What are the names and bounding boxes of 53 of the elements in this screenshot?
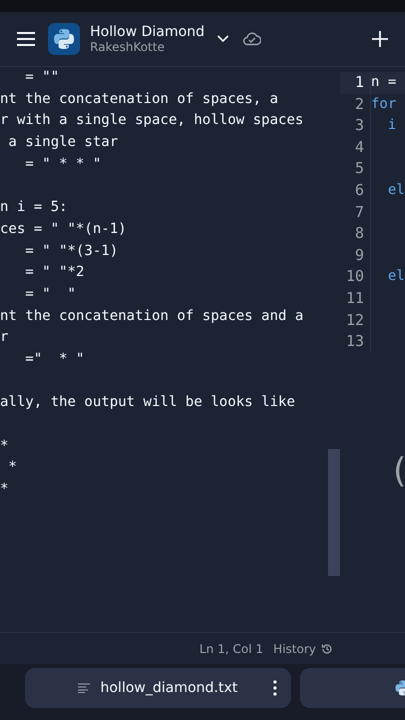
project-title: Hollow Diamond	[90, 24, 205, 40]
text-line: = " "	[24, 286, 76, 302]
code-line: el	[386, 267, 405, 286]
text-line: r	[0, 329, 8, 346]
line-number: 8	[340, 223, 371, 245]
text-line: = " "*(3-1)	[24, 242, 118, 258]
line-number: 13	[340, 331, 371, 353]
line-number: 9	[340, 244, 371, 266]
text-line: =" * "	[24, 350, 84, 367]
line-number: 1	[340, 72, 371, 94]
cloud-check-icon	[242, 32, 261, 46]
cursor-position: Ln 1, Col 1	[199, 642, 264, 656]
text-line: ally, the output will be looks like	[0, 394, 296, 410]
line-number: 3	[340, 115, 371, 137]
plus-icon	[371, 30, 389, 48]
text-line: *	[0, 481, 8, 498]
line-number: 6	[340, 180, 371, 202]
text-line: a single star	[7, 134, 118, 150]
owner-name: RakeshKotte	[90, 40, 166, 54]
text-line: nt the concatenation of spaces, a	[0, 90, 278, 107]
text-line: r with a single space, hollow spaces	[0, 112, 304, 128]
line-number: 12	[340, 310, 371, 332]
text-line: = ""	[24, 69, 60, 85]
line-number: 10	[340, 266, 371, 288]
line-number: 2	[340, 94, 371, 116]
text-line: = " * * "	[24, 156, 102, 172]
code-line: i	[386, 116, 396, 136]
history-icon	[321, 642, 333, 654]
more-icon	[273, 680, 277, 696]
text-line: n i = 5:	[0, 199, 68, 216]
code-fragment: (	[393, 450, 405, 491]
code-line: el	[386, 180, 405, 200]
code-line: n =	[371, 73, 396, 92]
code-line: for	[371, 94, 396, 114]
text-file-icon	[78, 683, 90, 693]
text-line: *	[0, 438, 8, 454]
text-line: *	[7, 459, 17, 476]
text-line: nt the concatenation of spaces and a	[0, 308, 304, 324]
chevron-down-icon	[216, 35, 229, 43]
file-tab[interactable]: hollow_diamond.txt	[25, 668, 291, 708]
scrollbar[interactable]	[328, 449, 340, 576]
menu-icon	[16, 31, 36, 47]
dropdown-button[interactable]	[214, 33, 231, 45]
text-line: ces = " "*(n-1)	[0, 220, 126, 237]
line-number: 5	[340, 158, 371, 180]
text-line: = " "*2	[24, 264, 84, 280]
line-number: 4	[340, 136, 371, 158]
line-number: 11	[340, 288, 371, 310]
add-button[interactable]	[369, 28, 391, 50]
history-button[interactable]: History	[273, 642, 333, 656]
menu-button[interactable]	[14, 29, 38, 49]
sync-button[interactable]	[240, 30, 263, 48]
line-number: 7	[340, 202, 371, 224]
